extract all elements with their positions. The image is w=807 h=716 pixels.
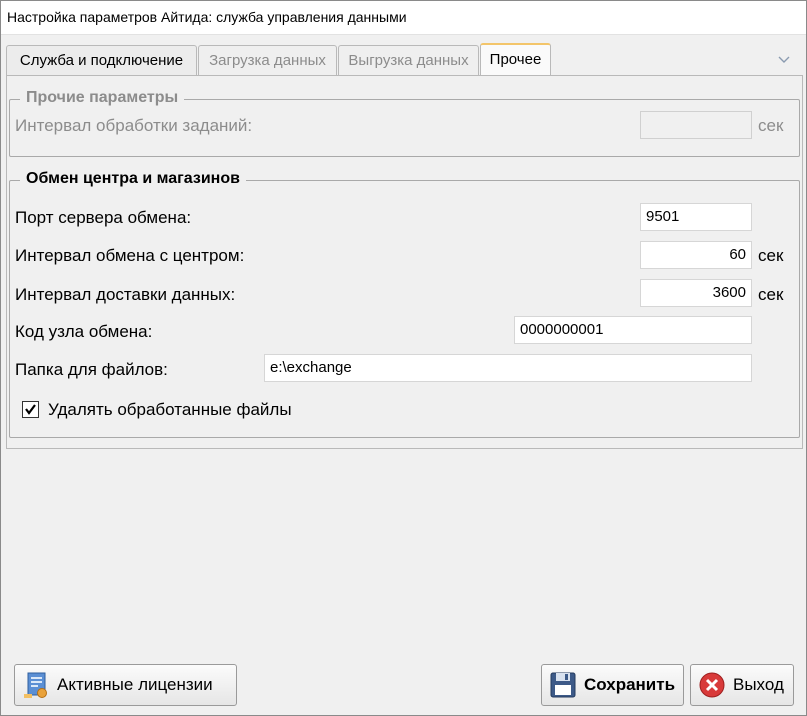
folder-label: Папка для файлов: — [15, 360, 168, 379]
tab-label: Прочее — [489, 51, 542, 68]
center-interval-unit: сек — [758, 246, 784, 265]
tab-data-export[interactable]: Выгрузка данных — [338, 45, 479, 75]
node-code-input[interactable]: 0000000001 — [514, 316, 752, 344]
task-interval-input[interactable] — [640, 111, 752, 139]
tab-strip: Служба и подключение Загрузка данных Выг… — [6, 43, 802, 75]
folder-input[interactable]: e:\exchange — [264, 354, 752, 382]
tab-panel-other: Прочие параметры Интервал обработки зада… — [6, 75, 803, 449]
floppy-disk-icon — [548, 670, 578, 700]
tab-data-load[interactable]: Загрузка данных — [198, 45, 337, 75]
port-input[interactable]: 9501 — [640, 203, 752, 231]
delivery-interval-label: Интервал доставки данных: — [15, 285, 236, 304]
delivery-interval-input[interactable]: 3600 — [640, 279, 752, 307]
node-code-label: Код узла обмена: — [15, 322, 153, 341]
delete-processed-checkbox[interactable] — [22, 401, 39, 418]
group-title: Обмен центра и магазинов — [20, 170, 246, 188]
tab-label: Выгрузка данных — [348, 52, 469, 69]
port-label: Порт сервера обмена: — [15, 208, 192, 227]
close-circle-icon — [697, 670, 727, 700]
checkmark-icon — [25, 404, 36, 415]
tab-other[interactable]: Прочее — [480, 43, 551, 75]
save-button[interactable]: Сохранить — [541, 664, 684, 706]
save-label: Сохранить — [584, 675, 676, 694]
title-bar[interactable]: Настройка параметров Айтида: служба упра… — [1, 1, 806, 35]
center-interval-input[interactable]: 60 — [640, 241, 752, 269]
delete-processed-label[interactable]: Удалять обработанные файлы — [48, 400, 292, 420]
tab-service-connection[interactable]: Служба и подключение — [6, 45, 197, 75]
center-interval-label: Интервал обмена с центром: — [15, 246, 245, 265]
tab-label: Загрузка данных — [209, 52, 326, 69]
license-document-icon — [21, 670, 51, 700]
active-licenses-label: Активные лицензии — [57, 675, 213, 694]
settings-window: Настройка параметров Айтида: служба упра… — [0, 0, 807, 716]
task-interval-unit: сек — [758, 116, 784, 135]
group-title: Прочие параметры — [20, 89, 185, 107]
task-interval-label: Интервал обработки заданий: — [15, 116, 253, 135]
delivery-interval-unit: сек — [758, 285, 784, 304]
tab-label: Служба и подключение — [19, 52, 184, 69]
exit-button[interactable]: Выход — [690, 664, 794, 706]
exit-label: Выход — [733, 675, 784, 694]
active-licenses-button[interactable]: Активные лицензии — [14, 664, 237, 706]
window-title: Настройка параметров Айтида: служба упра… — [7, 9, 407, 25]
chevron-down-icon[interactable] — [776, 51, 792, 67]
